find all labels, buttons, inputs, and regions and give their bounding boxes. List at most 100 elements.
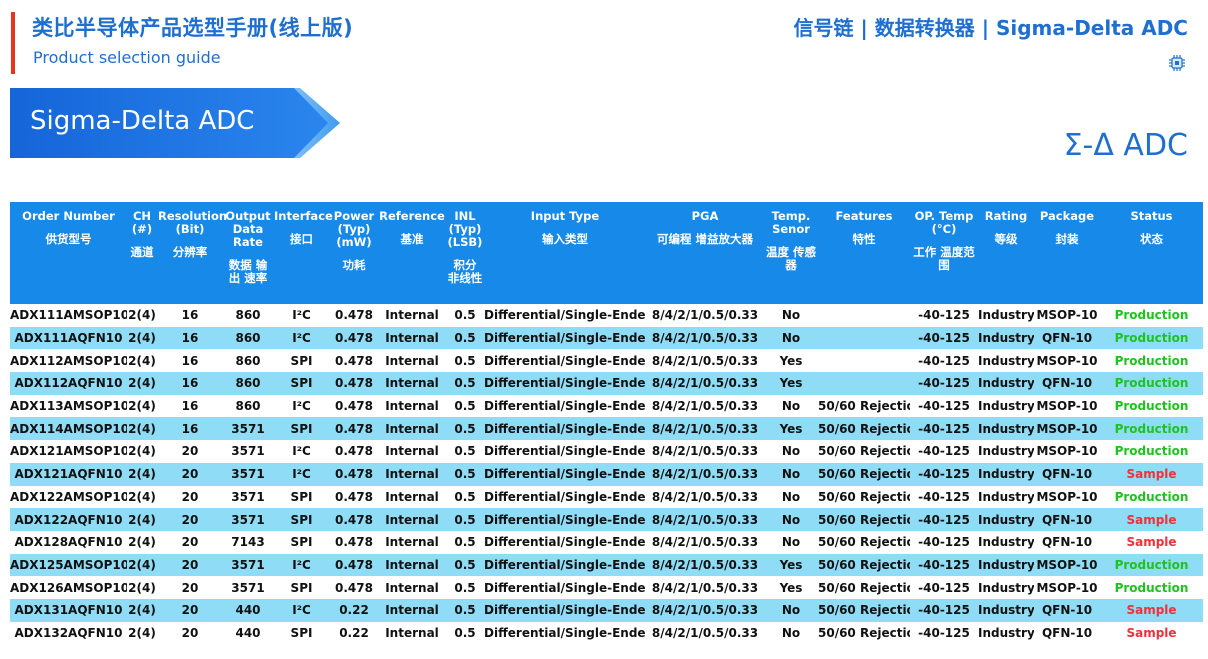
table-cell: No: [781, 625, 801, 640]
table-cell: Differential/Single-Ended: [484, 376, 646, 391]
table-cell: 0.5: [454, 580, 476, 595]
table-cell: MSOP-10: [1036, 444, 1098, 459]
table-cell: 50/60 Rejection: [818, 535, 910, 550]
table-cell: 860: [235, 353, 261, 368]
table-cell: Internal: [385, 535, 439, 550]
product-table: Order Number 供货型号 CH (#) 通道 Resolution (Bit)…: [10, 202, 1203, 645]
table-cell: 0.5: [454, 625, 476, 640]
table-cell: 3571: [231, 444, 265, 459]
table-cell: Internal: [385, 444, 439, 459]
column-header-en: Rating: [984, 209, 1028, 223]
table-cell: Differential/Single-Ended: [484, 467, 646, 482]
column-header-cn: 状态: [1140, 232, 1163, 246]
table-cell: [818, 372, 910, 395]
banner-label: Sigma-Delta ADC: [30, 106, 255, 136]
table-cell: 0.5: [454, 308, 476, 323]
table-cell: [818, 304, 910, 327]
chip-icon: [1169, 55, 1185, 71]
table-cell: 0.5: [454, 444, 476, 459]
table-cell: 16: [181, 421, 199, 436]
table-cell: 0.478: [335, 331, 373, 346]
table-cell: I²C: [292, 331, 311, 346]
table-cell: Internal: [385, 376, 439, 391]
table-cell: 8/4/2/1/0.5/0.33: [651, 353, 759, 368]
table-row: ADX121AMSOP10 2(4) 20 3571 I²C 0.478 Internal 0…: [10, 440, 1203, 463]
table-cell: ADX111AQFN10: [14, 331, 123, 346]
table-cell: ADX112AQFN10: [14, 376, 123, 391]
table-cell: Yes: [779, 580, 803, 595]
column-header: Input Type 输入类型: [484, 202, 646, 304]
table-row: ADX128AQFN10 2(4) 20 7143 SPI 0.478 Internal 0.…: [10, 530, 1203, 554]
table-row: ADX121AQFN10 2(4) 20 3571 I²C 0.478 Internal 0.…: [10, 462, 1203, 486]
table-cell: 20: [181, 625, 199, 640]
table-cell: 0.478: [335, 421, 373, 436]
column-header-cn: 数据 输出 速率: [228, 258, 268, 285]
table-cell: 0.478: [335, 467, 373, 482]
column-header: Rating 等级: [978, 202, 1034, 304]
table-cell: 20: [181, 512, 199, 527]
table-cell: Production: [1114, 399, 1189, 414]
table-cell: 2(4): [128, 353, 156, 368]
table-cell: 0.5: [454, 535, 476, 550]
table-cell: Industry: [978, 399, 1034, 414]
table-cell: -40-125: [918, 489, 970, 504]
column-header-cn: 工作 温度范围: [913, 245, 975, 272]
table-cell: ADX122AQFN10: [14, 512, 123, 527]
column-header: Package 封装: [1034, 202, 1100, 304]
table-cell: Yes: [779, 376, 803, 391]
table-cell: SPI: [290, 580, 313, 595]
table-cell: I²C: [292, 557, 311, 572]
column-header-cn: 接口: [290, 232, 313, 246]
table-cell: QFN-10: [1041, 625, 1093, 640]
table-cell: 20: [181, 603, 199, 618]
column-header: PGA 可编程 增益放大器: [646, 202, 764, 304]
table-cell: 0.22: [339, 625, 369, 640]
table-cell: Differential/Single-Ended: [484, 535, 646, 550]
table-cell: MSOP-10: [1036, 399, 1098, 414]
table-cell: 7143: [231, 535, 265, 550]
table-cell: -40-125: [918, 376, 970, 391]
table-cell: MSOP-10: [1036, 353, 1098, 368]
table-cell: 8/4/2/1/0.5/0.33: [651, 376, 759, 391]
table-cell: Internal: [385, 603, 439, 618]
table-cell: 0.478: [335, 308, 373, 323]
table-cell: 0.478: [335, 489, 373, 504]
table-cell: 50/60 Rejection: [818, 625, 910, 640]
table-cell: 2(4): [128, 376, 156, 391]
table-cell: No: [781, 467, 801, 482]
column-header-en: Interface: [274, 209, 333, 223]
table-cell: Internal: [385, 512, 439, 527]
table-cell: Industry: [978, 557, 1034, 572]
column-header: CH (#) 通道: [127, 202, 157, 304]
table-cell: -40-125: [918, 557, 970, 572]
table-cell: 0.5: [454, 489, 476, 504]
table-cell: Production: [1114, 421, 1189, 436]
table-row: ADX114AMSOP10 2(4) 16 3571 SPI 0.478 Internal 0…: [10, 417, 1203, 441]
table-cell: SPI: [290, 421, 313, 436]
table-cell: 0.5: [454, 557, 476, 572]
column-header: Status 状态: [1100, 202, 1203, 304]
column-header-cn: 输入类型: [542, 232, 588, 246]
table-cell: 3571: [231, 421, 265, 436]
column-header-cn: 基准: [400, 232, 424, 246]
table-cell: ADX112AMSOP10: [10, 353, 127, 368]
table-cell: Differential/Single-Ended: [484, 557, 646, 572]
table-cell: 0.478: [335, 580, 373, 595]
table-cell: ADX125AMSOP10: [10, 557, 127, 572]
column-header-en: Input Type: [530, 209, 600, 223]
table-cell: Production: [1114, 489, 1189, 504]
column-header: Output Data Rate 数据 输出 速率: [223, 202, 273, 304]
table-cell: -40-125: [918, 467, 970, 482]
table-cell: 0.478: [335, 399, 373, 414]
table-cell: Yes: [779, 557, 803, 572]
table-cell: 8/4/2/1/0.5/0.33: [651, 580, 759, 595]
table-cell: -40-125: [918, 444, 970, 459]
table-cell: -40-125: [918, 580, 970, 595]
table-cell: Production: [1114, 353, 1189, 368]
table-row: ADX125AMSOP10 2(4) 20 3571 I²C 0.478 Internal 0…: [10, 553, 1203, 577]
table-cell: -40-125: [918, 603, 970, 618]
table-cell: SPI: [290, 535, 313, 550]
table-cell: 2(4): [128, 444, 156, 459]
table-cell: I²C: [292, 603, 311, 618]
table-cell: SPI: [290, 625, 313, 640]
